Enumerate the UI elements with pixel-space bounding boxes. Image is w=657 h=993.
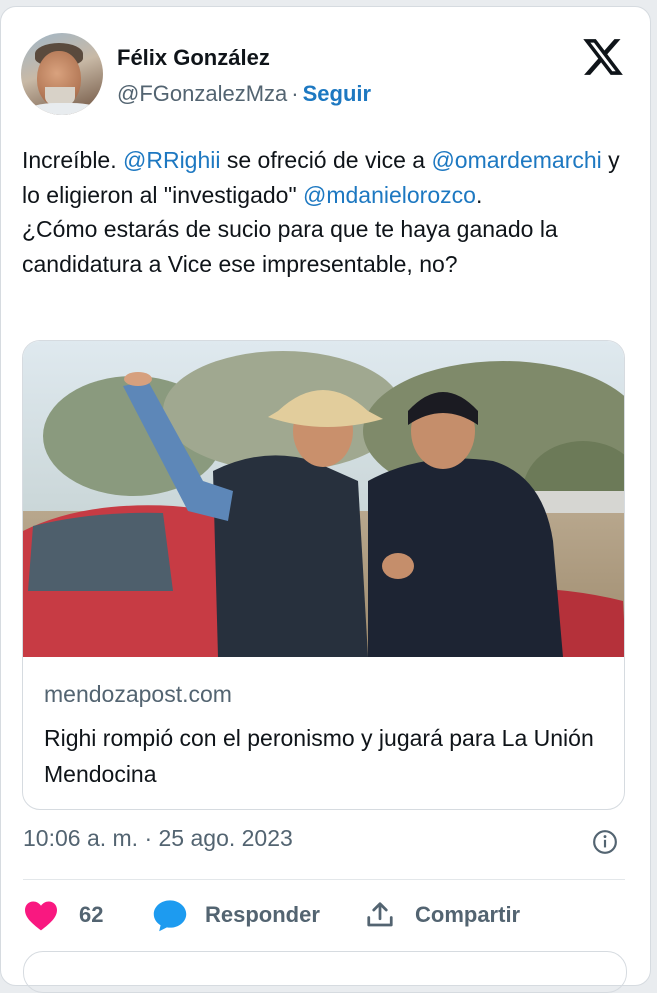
action-bar: 62 Responder Compartir <box>23 895 633 935</box>
avatar[interactable] <box>21 33 103 115</box>
tweet-text-segment: . <box>475 181 483 208</box>
divider <box>23 879 625 880</box>
article-photo <box>23 341 624 657</box>
author-handle-line: @FGonzalezMza · Seguir <box>117 81 371 107</box>
mention-link[interactable]: @RRighii <box>123 147 220 173</box>
author-name[interactable]: Félix González <box>117 45 270 71</box>
link-domain: mendozapost.com <box>44 681 232 707</box>
tweet-card: Félix González @FGonzalezMza · Seguir Incr… <box>0 6 651 993</box>
avatar-shirt <box>27 103 101 115</box>
like-button[interactable]: 62 <box>23 895 103 935</box>
link-meta: mendozapost.com Righi rompió con el pero… <box>44 681 604 792</box>
share-button[interactable]: Compartir <box>365 895 520 935</box>
link-preview-card[interactable]: mendozapost.com Righi rompió con el pero… <box>22 340 625 810</box>
tweet-text-segment: Increíble. <box>22 147 123 173</box>
mention-link[interactable]: @mdanielorozco <box>303 182 476 208</box>
reply-label: Responder <box>205 902 320 927</box>
heart-icon <box>25 901 57 931</box>
share-label: Compartir <box>415 902 521 927</box>
mention-link[interactable]: @omardemarchi <box>431 147 601 173</box>
reply-button[interactable]: Responder <box>151 895 320 935</box>
tweet-paragraph: Increíble. @RRighii se ofreció de vice a… <box>22 143 632 281</box>
like-count: 62 <box>79 902 104 927</box>
tweet-text-segment: se ofreció de vice a <box>220 147 432 173</box>
follow-button[interactable]: Seguir <box>303 81 371 106</box>
separator-dot: · <box>291 81 299 106</box>
tweet-timestamp[interactable]: 10:06 a. m. · 25 ago. 2023 <box>23 825 293 852</box>
x-logo-icon[interactable] <box>581 35 625 79</box>
read-replies-box[interactable] <box>23 951 627 993</box>
tweet-text-segment: ¿Cómo estarás de sucio para que te haya … <box>22 216 558 277</box>
link-headline: Righi rompió con el peronismo y jugará p… <box>44 725 594 787</box>
author-handle[interactable]: @FGonzalezMza <box>117 81 287 106</box>
tweet-text: Increíble. @RRighii se ofreció de vice a… <box>22 143 632 281</box>
info-icon[interactable] <box>592 829 618 855</box>
share-upload-icon <box>367 902 393 927</box>
speech-bubble-icon <box>153 900 187 932</box>
